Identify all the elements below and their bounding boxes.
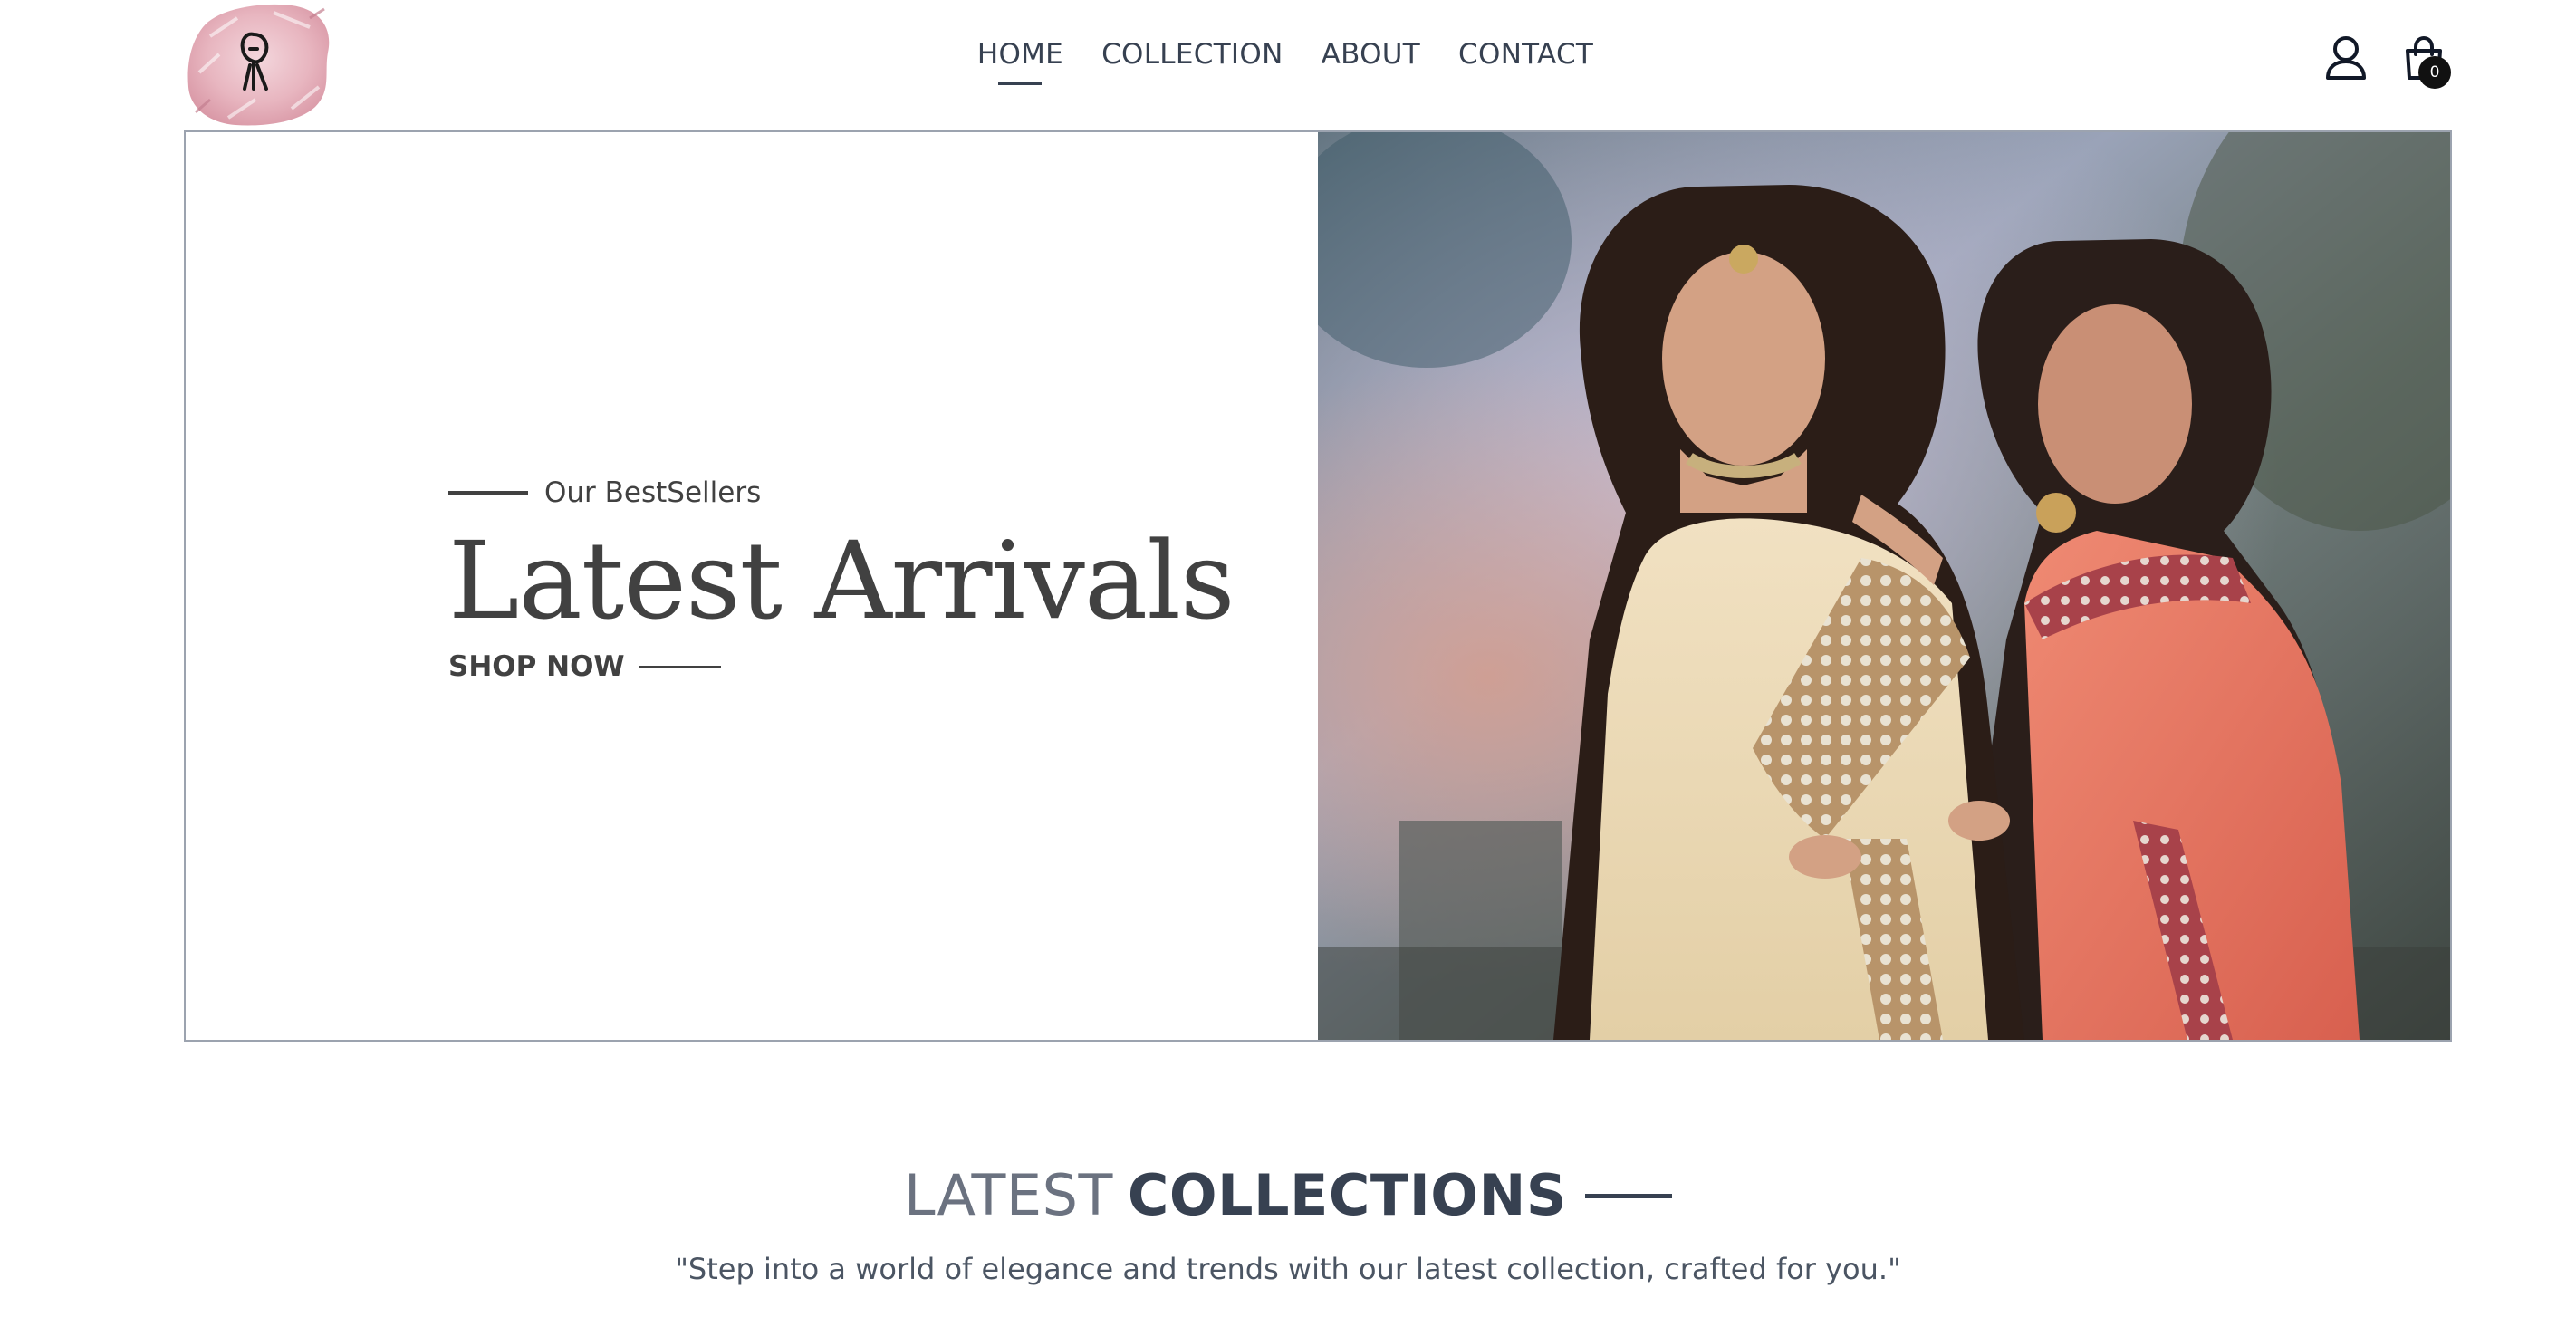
collections-heading-light: LATEST bbox=[903, 1162, 1113, 1228]
latest-collections-section: LATEST COLLECTIONS "Step into a world of… bbox=[0, 1159, 2576, 1290]
hero-eyebrow: Our BestSellers bbox=[448, 473, 1235, 513]
eyebrow-label: Our BestSellers bbox=[544, 476, 762, 509]
nav-about-label: ABOUT bbox=[1321, 38, 1421, 71]
hero-image-panel bbox=[1318, 132, 2450, 1040]
hero-photo bbox=[1318, 132, 2450, 1040]
shop-now-line bbox=[639, 665, 721, 668]
nav-home-label: HOME bbox=[976, 38, 1064, 71]
hero-text-block: Our BestSellers Latest Arrivals SHOP NOW bbox=[448, 473, 1235, 687]
collections-heading-bold: COLLECTIONS bbox=[1127, 1162, 1568, 1228]
nav-collection[interactable]: COLLECTION bbox=[1101, 34, 1283, 74]
eyebrow-line bbox=[448, 491, 528, 495]
active-indicator bbox=[998, 82, 1043, 85]
nav-collection-label: COLLECTION bbox=[1101, 38, 1283, 71]
nav-home[interactable]: HOME bbox=[976, 34, 1064, 85]
collections-heading: LATEST COLLECTIONS bbox=[903, 1159, 1673, 1232]
nav-about[interactable]: ABOUT bbox=[1322, 34, 1420, 74]
site-header: HOME COLLECTION ABOUT CONTACT 0 bbox=[0, 0, 2576, 130]
collections-heading-line bbox=[1585, 1193, 1673, 1198]
hero-text-panel: Our BestSellers Latest Arrivals SHOP NOW bbox=[186, 132, 1318, 1040]
cart-count-badge[interactable]: 0 bbox=[2418, 56, 2451, 89]
nav-contact[interactable]: CONTACT bbox=[1458, 34, 1593, 74]
collections-subtitle: "Step into a world of elegance and trend… bbox=[675, 1252, 1901, 1286]
hero-banner: Our BestSellers Latest Arrivals SHOP NOW bbox=[184, 130, 2452, 1042]
user-icon[interactable] bbox=[2321, 33, 2371, 83]
nav-contact-label: CONTACT bbox=[1458, 38, 1594, 71]
hero-title: Latest Arrivals bbox=[448, 518, 1235, 643]
shop-now-label: SHOP NOW bbox=[448, 650, 625, 683]
shop-now-button[interactable]: SHOP NOW bbox=[448, 647, 1235, 687]
page: HOME COLLECTION ABOUT CONTACT 0 Our Best… bbox=[0, 0, 2576, 1317]
main-nav: HOME COLLECTION ABOUT CONTACT bbox=[0, 0, 2576, 109]
